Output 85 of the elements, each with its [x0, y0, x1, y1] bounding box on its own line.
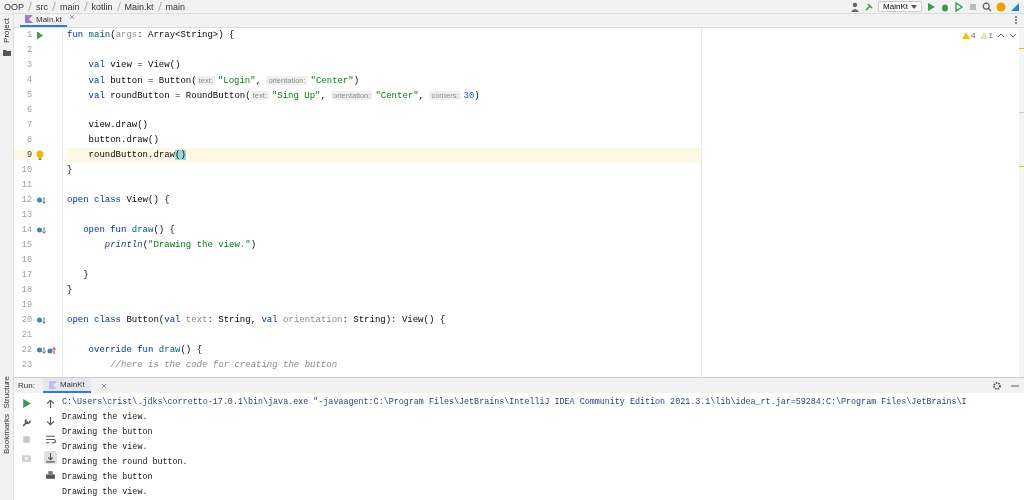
run-tab[interactable]: MainKt [42, 378, 91, 393]
line-number: 12 [20, 195, 33, 206]
console-output-line: Drawing the button [62, 426, 154, 439]
line-number: 23 [20, 360, 33, 371]
code-line: open class Button(val text: String, val orientation: String): View() { [67, 313, 447, 327]
file-tab[interactable]: Main.kt [20, 14, 67, 27]
line-number: 11 [20, 180, 33, 191]
search-icon[interactable] [982, 1, 992, 12]
console-output-line: Drawing the view. [62, 411, 149, 424]
override-marker-icon[interactable] [36, 224, 46, 236]
code-line: override fun draw() { [87, 343, 204, 357]
kotlin-file-icon [25, 15, 33, 24]
breadcrumb[interactable]: main [60, 1, 80, 12]
line-number: 22 [20, 345, 33, 356]
more-icon[interactable] [1012, 15, 1020, 26]
line-number: 18 [20, 285, 33, 296]
breadcrumb[interactable]: src [36, 1, 48, 12]
code-line: println("Drawing the view.") [103, 238, 258, 252]
code-line: val view = View() [87, 58, 182, 72]
code-line: } [67, 283, 74, 297]
line-number: 19 [20, 300, 33, 311]
line-number: 2 [25, 45, 33, 56]
line-number: 21 [20, 330, 33, 341]
line-number: 16 [20, 255, 33, 266]
user-icon[interactable] [850, 1, 861, 12]
lightbulb-icon[interactable] [36, 149, 44, 161]
scroll-to-end-icon[interactable] [43, 451, 57, 464]
folder-icon[interactable] [2, 48, 11, 56]
line-number: 3 [25, 60, 33, 71]
breadcrumb[interactable]: main [165, 1, 186, 12]
override-marker-icon[interactable] [36, 344, 56, 356]
coverage-icon[interactable] [954, 1, 964, 12]
code-line: fun main(args: Array<String>) { [67, 28, 236, 42]
tool-window-tab[interactable]: Bookmarks [2, 414, 11, 454]
breadcrumb[interactable]: Main.kt [124, 1, 154, 12]
line-number: 14 [20, 225, 33, 236]
line-number: 1 [25, 30, 33, 41]
breadcrumb[interactable]: OOP [4, 1, 24, 12]
line-number: 8 [25, 135, 33, 146]
line-number: 9 [14, 150, 36, 161]
line-number: 15 [20, 240, 33, 251]
project-tool-tab[interactable]: Project [2, 18, 11, 43]
code-line: } [82, 268, 90, 282]
tool-window-tab[interactable]: Structure [2, 375, 11, 408]
override-marker-icon[interactable] [36, 194, 46, 206]
code-line: button.draw() [87, 133, 160, 147]
code-line: view.draw() [87, 118, 149, 132]
separator-icon [28, 2, 32, 11]
breadcrumb[interactable]: kotlin [91, 1, 113, 12]
line-number: 5 [25, 90, 33, 101]
run-icon[interactable] [926, 1, 936, 12]
run-icon[interactable] [36, 29, 44, 41]
console-output-line: Drawing the view. [62, 441, 149, 454]
print-icon[interactable] [43, 469, 57, 482]
hammer-icon[interactable] [864, 1, 875, 12]
line-number: 17 [20, 270, 33, 281]
settings-icon[interactable] [992, 380, 1002, 391]
caret-icon[interactable] [911, 4, 917, 9]
line-number: 4 [25, 75, 33, 86]
line-number: 10 [20, 165, 33, 176]
close-tab-icon[interactable] [68, 14, 75, 20]
override-marker-icon[interactable] [36, 314, 46, 326]
run-configuration-dropdown[interactable]: MainKt [878, 1, 922, 12]
scrollbar[interactable] [1019, 27, 1024, 377]
line-number: 20 [20, 315, 33, 326]
line-number: 7 [25, 120, 33, 131]
code-line: open class View() { [67, 193, 171, 207]
separator-icon [157, 2, 162, 11]
console-output-line: Drawing the view. [62, 486, 149, 499]
code-line: } [67, 163, 74, 177]
run-label: Run: [18, 381, 35, 390]
line-number: 6 [25, 105, 33, 116]
separator-icon [52, 2, 56, 11]
console-output-line: C:\Users\crist\.jdks\corretto-17.0.1\bin\java.exe "-javaagent:C:\Program Files\JetBrains\IntelliJ IDEA Community Edition 2021.3.1\lib\idea_rt.jar=59284:C:\Program Files\JetBrains\I [62, 396, 968, 409]
line-number: 13 [20, 210, 33, 221]
console-output-line: Drawing the round button. [62, 456, 189, 469]
app-logo-icon[interactable] [1010, 1, 1020, 12]
kotlin-file-icon [48, 380, 57, 389]
code-line: //here is the code for creating the button [109, 358, 339, 372]
code-line: open fun draw() { [82, 223, 177, 237]
separator-icon [83, 2, 88, 11]
separator-icon [116, 2, 121, 11]
console-output-line: Drawing the button [62, 471, 154, 484]
close-tab-icon[interactable] [100, 382, 107, 389]
soft-wrap-icon[interactable] [43, 433, 57, 446]
